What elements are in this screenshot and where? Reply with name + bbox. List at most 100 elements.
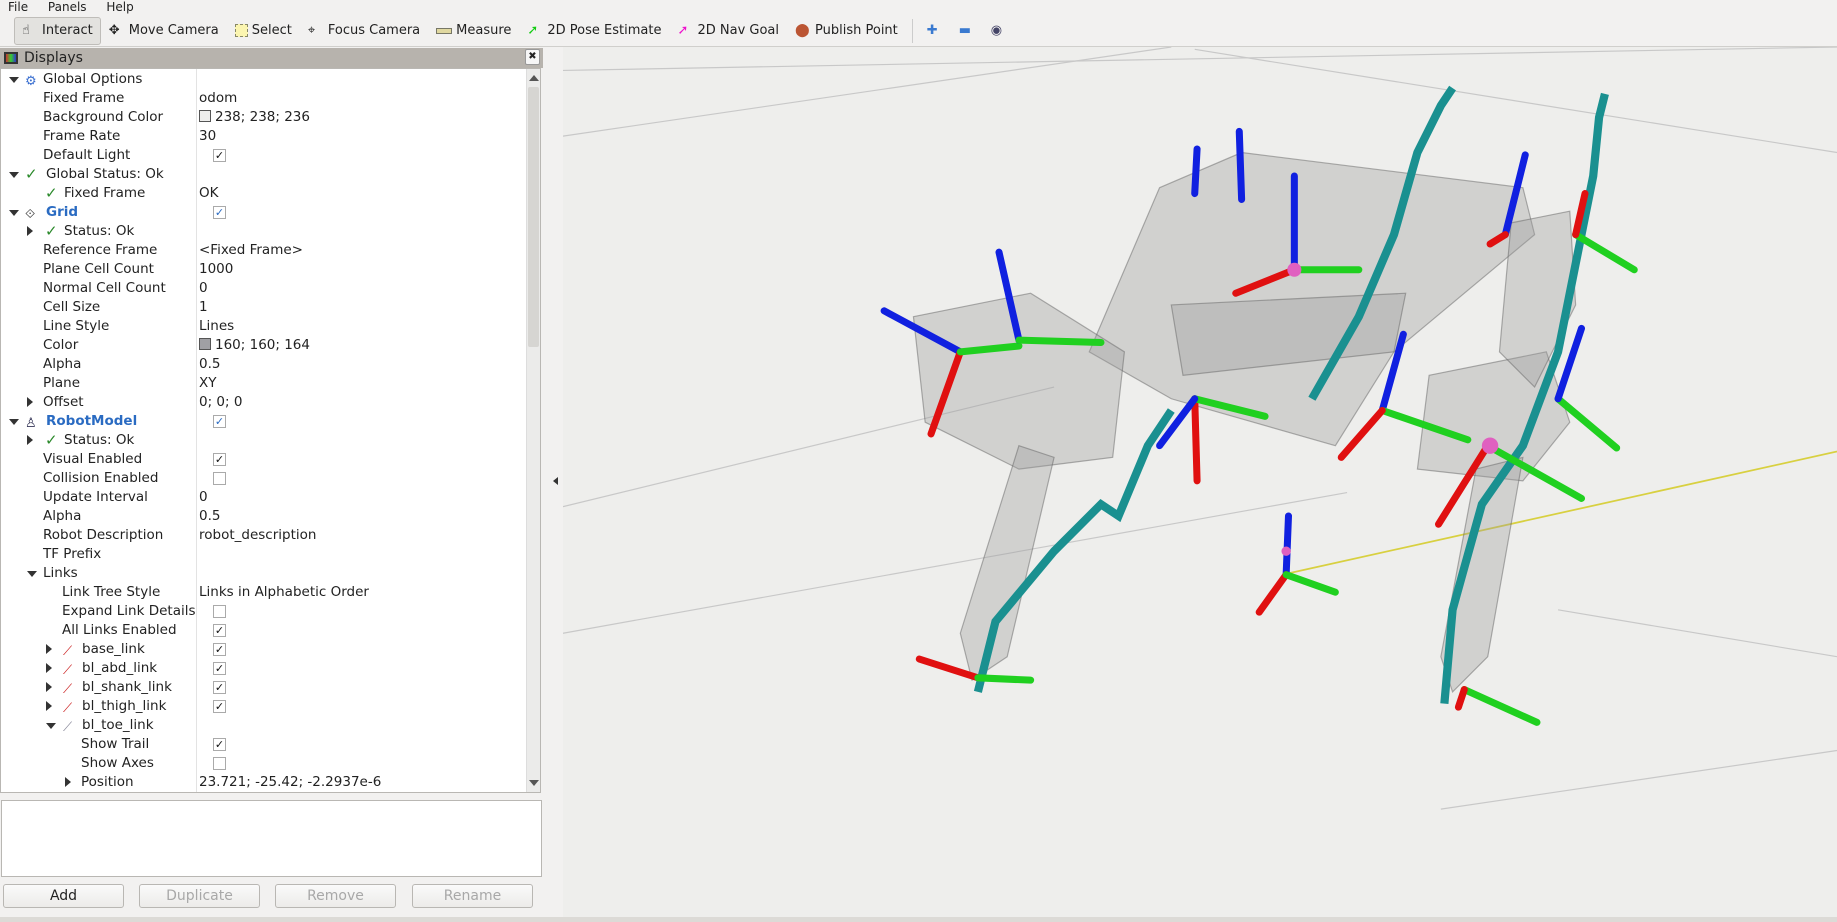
checkbox[interactable]: ✓ — [213, 700, 226, 713]
tree-row[interactable]: Plane Cell Count 1000 — [1, 260, 493, 279]
tree-row[interactable]: ✓ Global Status: Ok — [1, 165, 493, 184]
tree-row[interactable]: Link Tree Style Links in Alphabetic Order — [1, 583, 493, 602]
scroll-down-icon[interactable] — [529, 780, 539, 786]
tree-row[interactable]: Frame Rate 30 — [1, 127, 493, 146]
add-tool-button[interactable]: ✚ — [919, 17, 951, 45]
checkbox[interactable] — [213, 472, 226, 485]
expand-arrow-icon[interactable] — [46, 663, 52, 673]
tree-row[interactable]: Alpha 0.5 — [1, 355, 493, 374]
tree-row[interactable]: ✓ Fixed Frame OK — [1, 184, 493, 203]
tree-row[interactable]: Normal Cell Count 0 — [1, 279, 493, 298]
row-value[interactable]: 30 — [199, 127, 216, 146]
expand-arrow-icon[interactable] — [9, 210, 19, 216]
menu-panels[interactable]: Panels — [48, 0, 87, 15]
expand-arrow-icon[interactable] — [46, 701, 52, 711]
scroll-thumb[interactable] — [528, 87, 539, 347]
expand-arrow-icon[interactable] — [65, 777, 71, 787]
tool-2d-pose-estimate[interactable]: ➚ 2D Pose Estimate — [519, 17, 669, 45]
tree-row[interactable]: ♙ RobotModel ✓ — [1, 412, 493, 431]
view-options-button[interactable]: ◉ — [983, 17, 1015, 45]
row-value[interactable]: 1 — [199, 298, 208, 317]
tree-row[interactable]: Show Trail ✓ — [1, 735, 493, 754]
row-value[interactable]: 0.5 — [199, 507, 220, 526]
expand-arrow-icon[interactable] — [27, 226, 33, 236]
tree-row[interactable]: Alpha 0.5 — [1, 507, 493, 526]
row-value[interactable]: 0 — [199, 488, 208, 507]
row-value[interactable]: XY — [199, 374, 217, 393]
tree-row[interactable]: All Links Enabled ✓ — [1, 621, 493, 640]
3d-viewport[interactable] — [563, 47, 1837, 917]
tool-measure[interactable]: Measure — [428, 17, 519, 45]
row-value[interactable]: 0.5 — [199, 355, 220, 374]
expand-arrow-icon[interactable] — [27, 397, 33, 407]
menu-help[interactable]: Help — [106, 0, 133, 15]
tree-row[interactable]: Cell Size 1 — [1, 298, 493, 317]
expand-arrow-icon[interactable] — [27, 435, 33, 445]
tree-row[interactable]: ⟋ bl_abd_link ✓ — [1, 659, 493, 678]
tree-row[interactable]: Expand Link Details — [1, 602, 493, 621]
close-icon[interactable]: ✖ — [525, 49, 540, 65]
panel-splitter[interactable] — [548, 47, 563, 917]
tree-row[interactable]: ⟋ bl_toe_link — [1, 716, 493, 735]
tree-row[interactable]: Reference Frame <Fixed Frame> — [1, 241, 493, 260]
tool-focus-camera[interactable]: ⌖ Focus Camera — [300, 17, 428, 45]
checkbox[interactable]: ✓ — [213, 624, 226, 637]
tool-interact[interactable]: ☝ Interact — [14, 16, 101, 45]
tree-row[interactable]: ✓ Status: Ok — [1, 431, 493, 450]
expand-arrow-icon[interactable] — [46, 723, 56, 729]
row-value[interactable]: robot_description — [199, 526, 316, 545]
row-value[interactable]: 0 — [199, 279, 208, 298]
expand-arrow-icon[interactable] — [46, 644, 52, 654]
tool-select[interactable]: Select — [227, 17, 300, 45]
tree-row[interactable]: Show Axes — [1, 754, 493, 773]
tool-2d-nav-goal[interactable]: ➚ 2D Nav Goal — [669, 17, 787, 45]
add-button[interactable]: Add — [3, 884, 124, 908]
tree-row[interactable]: Color 160; 160; 164 — [1, 336, 493, 355]
row-value[interactable]: <Fixed Frame> — [199, 241, 303, 260]
tree-row[interactable]: Update Interval 0 — [1, 488, 493, 507]
tree-row[interactable]: ✓ Status: Ok — [1, 222, 493, 241]
checkbox[interactable]: ✓ — [213, 149, 226, 162]
tree-row[interactable]: ⚙ Global Options — [1, 70, 493, 89]
checkbox[interactable]: ✓ — [213, 738, 226, 751]
menu-file[interactable]: File — [8, 0, 28, 15]
collapse-arrow-icon[interactable] — [553, 477, 558, 485]
tree-row[interactable]: Plane XY — [1, 374, 493, 393]
duplicate-button[interactable]: Duplicate — [139, 884, 260, 908]
tree-row[interactable]: ⟐ Grid ✓ — [1, 203, 493, 222]
rename-button[interactable]: Rename — [412, 884, 533, 908]
tree-row[interactable]: Line Style Lines — [1, 317, 493, 336]
tree-row[interactable]: Robot Description robot_description — [1, 526, 493, 545]
color-swatch[interactable] — [199, 110, 211, 122]
tree-row[interactable]: Position 23.721; -25.42; -2.2937e-6 — [1, 773, 493, 792]
row-value[interactable]: Links in Alphabetic Order — [199, 583, 369, 602]
tree-row[interactable]: Default Light ✓ — [1, 146, 493, 165]
checkbox[interactable]: ✓ — [213, 453, 226, 466]
tree-row[interactable]: Links — [1, 564, 493, 583]
display-tree[interactable]: ⚙ Global Options Fixed Frame odom Background… — [0, 68, 541, 793]
expand-arrow-icon[interactable] — [9, 77, 19, 83]
row-value[interactable]: 238; 238; 236 — [199, 108, 310, 127]
remove-tool-button[interactable]: ▬ — [951, 17, 983, 45]
tree-scrollbar[interactable] — [526, 69, 540, 792]
row-value[interactable]: 23.721; -25.42; -2.2937e-6 — [199, 773, 381, 792]
row-value[interactable]: Lines — [199, 317, 234, 336]
checkbox[interactable]: ✓ — [213, 643, 226, 656]
tree-row[interactable]: ⟋ base_link ✓ — [1, 640, 493, 659]
tree-row[interactable]: Background Color 238; 238; 236 — [1, 108, 493, 127]
tree-row[interactable]: ⟋ bl_thigh_link ✓ — [1, 697, 493, 716]
tool-publish-point[interactable]: ⬤ Publish Point — [787, 17, 906, 45]
color-swatch[interactable] — [199, 338, 211, 350]
checkbox[interactable]: ✓ — [213, 681, 226, 694]
remove-button[interactable]: Remove — [275, 884, 396, 908]
expand-arrow-icon[interactable] — [27, 571, 37, 577]
expand-arrow-icon[interactable] — [46, 682, 52, 692]
checkbox[interactable]: ✓ — [213, 206, 226, 219]
row-value[interactable]: OK — [199, 184, 218, 203]
checkbox[interactable]: ✓ — [213, 415, 226, 428]
tree-row[interactable]: Visual Enabled ✓ — [1, 450, 493, 469]
checkbox[interactable] — [213, 757, 226, 770]
tree-row[interactable]: Offset 0; 0; 0 — [1, 393, 493, 412]
checkbox[interactable] — [213, 605, 226, 618]
row-value[interactable]: 0; 0; 0 — [199, 393, 242, 412]
